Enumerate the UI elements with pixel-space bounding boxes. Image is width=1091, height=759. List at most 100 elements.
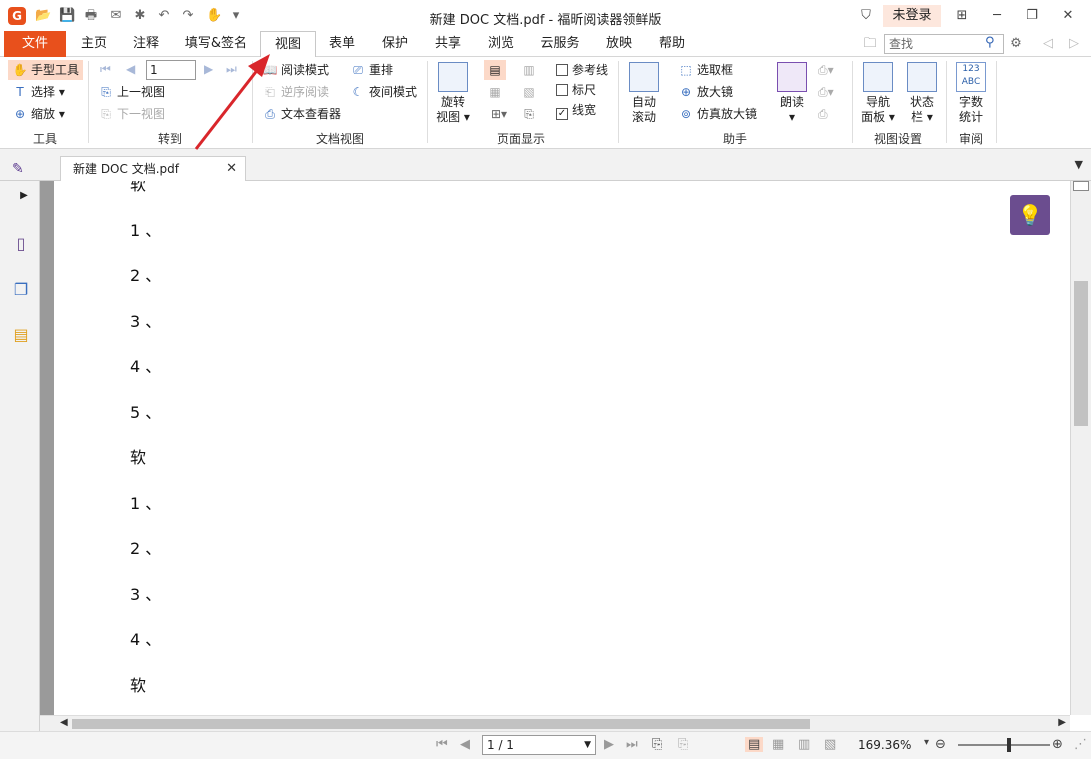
document-tab[interactable]: 新建 DOC 文档.pdf ✕ [60,156,246,182]
zoom-level[interactable]: 169.36% [858,738,911,752]
horizontal-scrollbar[interactable]: ◀ ▶ [40,715,1070,731]
next-page-icon[interactable]: ▶ [204,62,213,76]
minimize-icon[interactable]: ─ [987,6,1007,26]
next-view-icon[interactable]: ⎘ [678,737,688,752]
prev-view-button[interactable]: ⎘ 上一视图 [98,82,165,102]
resize-grip-icon[interactable]: ⋰ [1074,737,1087,752]
close-tab-icon[interactable]: ✕ [226,157,237,181]
last-page-icon[interactable]: ⏭ [626,737,638,752]
night-mode-button[interactable]: ☾ 夜间模式 [350,82,417,102]
save-icon[interactable]: 💾 [59,8,75,24]
forward-icon[interactable]: ▷ [1066,36,1082,52]
read-aloud-button[interactable]: 朗读 ▾ [774,62,810,125]
cover-page-icon[interactable]: ⎘ [518,104,540,124]
scroll-right-icon[interactable]: ▶ [1058,717,1066,728]
vertical-scroll-thumb[interactable] [1074,281,1088,426]
open-icon[interactable]: 📂 [35,8,51,24]
settings-gear-icon[interactable]: ⚙ [1008,36,1024,52]
undo-icon[interactable]: ↶ [156,8,172,24]
close-icon[interactable]: ✕ [1058,6,1078,26]
continuous-facing-icon[interactable]: ▧ [824,737,836,752]
continuous-page-icon[interactable]: ▦ [772,737,784,752]
last-page-icon[interactable]: ⏭ [226,62,237,77]
zoom-in-icon[interactable]: ⊕ [1052,737,1063,752]
page-transition-icon[interactable]: ⊞▾ [484,104,514,124]
redo-icon[interactable]: ↷ [180,8,196,24]
linewidth-checkbox[interactable]: ✓ 线宽 [556,101,596,120]
tab-view[interactable]: 视图 [260,31,316,58]
tab-file[interactable]: 文件 [4,31,66,57]
email-icon[interactable]: ✉ [108,8,124,24]
continuous-facing-icon[interactable]: ▧ [518,82,540,102]
horizontal-scroll-thumb[interactable] [72,719,810,729]
folder-search-icon[interactable]: 🗀 [862,36,878,52]
facing-page-icon[interactable]: ▥ [798,737,810,752]
customize-chevron-icon[interactable]: ▾ [228,8,244,24]
facing-page-icon[interactable]: ▥ [518,60,540,80]
tab-list-chevron-icon[interactable]: ▼ [1075,158,1083,171]
tab-comment[interactable]: 注释 [126,31,166,57]
pages-icon[interactable]: ❐ [10,279,32,301]
rotate-view-button[interactable]: 旋转 视图 ▾ [433,62,473,125]
hand-tool-quick-icon[interactable]: ✋ [206,8,222,24]
layout-grid-icon[interactable]: ⊞ [952,6,972,26]
zoom-dropdown-icon[interactable]: ▾ [924,737,929,748]
sidebar-toggle-icon[interactable]: ✎ [12,161,30,177]
search-icon[interactable]: ⚲ [985,35,995,50]
next-view-button[interactable]: ⎘ 下一视图 [98,104,165,124]
tab-slideshow[interactable]: 放映 [599,31,639,57]
nav-panel-button[interactable]: 导航 面板 ▾ [858,62,898,125]
single-page-icon[interactable]: ▤ [484,60,506,80]
tab-form[interactable]: 表单 [322,31,362,57]
guides-checkbox[interactable]: 参考线 [556,61,608,79]
tab-cloud[interactable]: 云服务 [534,31,586,57]
page-number-input[interactable]: 1 [146,60,196,80]
skin-icon[interactable]: ⛉ [856,6,876,26]
marquee-button[interactable]: ⬚ 选取框 [678,60,733,80]
reflow-button[interactable]: ⎚ 重排 [350,60,393,80]
scroll-left-icon[interactable]: ◀ [60,717,68,728]
new-icon[interactable]: ✱ [132,8,148,24]
tab-home[interactable]: 主页 [74,31,114,57]
select-button[interactable]: T 选择 ▾ [12,82,65,102]
tab-fill-sign[interactable]: 填写&签名 [180,31,252,57]
prev-page-icon[interactable]: ◀ [460,737,470,752]
continuous-page-icon[interactable]: ▦ [484,82,506,102]
document-canvas[interactable]: 软 1 、 2 、 3 、 4 、 5 、 软 1 、 2 、 3 、 4 、 … [54,181,1070,715]
prev-page-icon[interactable]: ◀ [126,62,135,76]
auto-scroll-button[interactable]: 自动 滚动 [624,62,664,125]
sidebar-splitter[interactable] [40,181,54,731]
reverse-read-button[interactable]: ⎗ 逆序阅读 [262,82,329,102]
page-selector[interactable]: 1 / 1 ▼ [482,735,596,755]
bookmark-icon[interactable]: ▯ [10,233,32,255]
ruler-checkbox[interactable]: 标尺 [556,81,596,99]
zoom-out-icon[interactable]: ⊖ [935,737,946,752]
login-button[interactable]: 未登录 [883,5,941,27]
single-page-icon[interactable]: ▤ [745,737,764,752]
tab-share[interactable]: 共享 [428,31,468,57]
expand-sidebar-icon[interactable]: ▶ [18,185,30,207]
word-count-button[interactable]: 123 ABC 字数 统计 [952,62,990,125]
loupe-button[interactable]: ⊚ 仿真放大镜 [678,104,757,124]
hand-tool-button[interactable]: ✋ 手型工具 [8,60,84,80]
tab-protect[interactable]: 保护 [375,31,415,57]
zoom-button[interactable]: ⊕ 缩放 ▾ [12,104,65,124]
split-view-handle[interactable] [1073,181,1089,191]
stop-reading-icon[interactable]: ⎙ [818,104,828,124]
prev-view-icon[interactable]: ⎘ [652,737,662,752]
read-current-page-icon[interactable]: ⎙▾ [818,60,834,80]
read-mode-button[interactable]: 📖 阅读模式 [262,60,330,80]
back-icon[interactable]: ◁ [1040,36,1056,52]
app-logo[interactable]: G [8,7,26,25]
first-page-icon[interactable]: ⏮ [436,737,448,752]
print-icon[interactable]: 🖶 [83,8,99,24]
text-viewer-button[interactable]: ⎙ 文本查看器 [262,104,341,124]
comments-icon[interactable]: ▤ [10,324,32,346]
vertical-scrollbar[interactable] [1070,181,1091,715]
tab-help[interactable]: 帮助 [652,31,692,57]
first-page-icon[interactable]: ⏮ [100,62,111,77]
zoom-slider-thumb[interactable] [1007,738,1011,752]
next-page-icon[interactable]: ▶ [604,737,614,752]
magnifier-button[interactable]: ⊕ 放大镜 [678,82,733,102]
tab-browse[interactable]: 浏览 [481,31,521,57]
